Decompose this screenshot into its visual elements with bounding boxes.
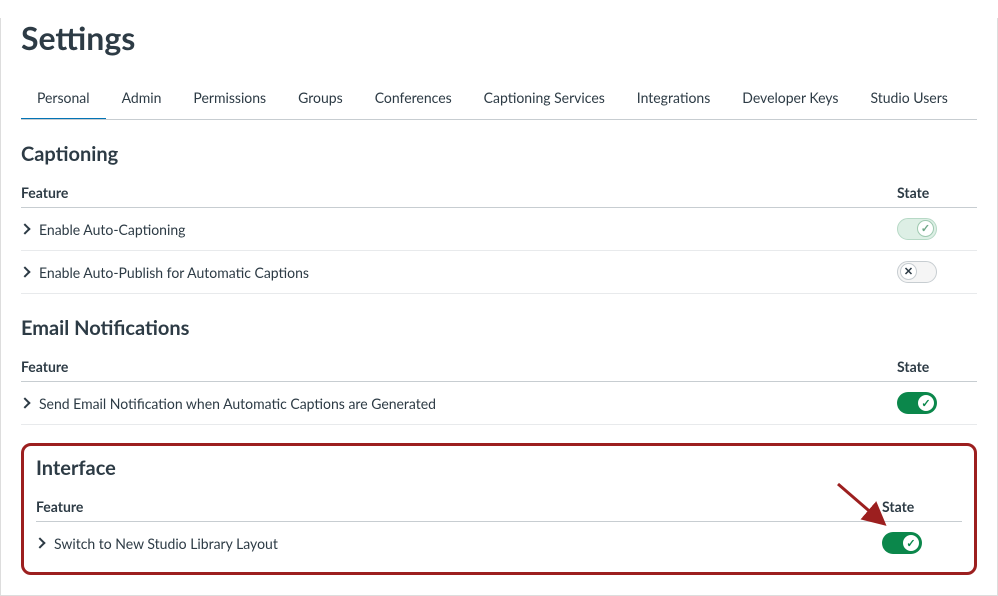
x-icon: ✕ <box>904 265 913 278</box>
toggle-knob: ✕ <box>900 263 917 280</box>
page-title: Settings <box>21 18 977 57</box>
app-window: Settings Personal Admin Permissions Grou… <box>0 18 998 596</box>
tab-permissions[interactable]: Permissions <box>177 79 282 120</box>
tab-lti-keys[interactable]: LTI Keys <box>964 79 977 120</box>
tab-integrations[interactable]: Integrations <box>621 79 726 120</box>
section-captioning: Captioning Feature State Enable Auto-Cap… <box>21 142 977 294</box>
section-title-interface: Interface <box>36 456 962 480</box>
tab-admin[interactable]: Admin <box>106 79 178 120</box>
tab-personal[interactable]: Personal <box>21 79 106 120</box>
feature-label: Switch to New Studio Library Layout <box>54 535 278 552</box>
feature-label: Enable Auto-Captioning <box>39 221 185 238</box>
toggle-new-layout[interactable]: ✓ <box>882 532 922 554</box>
column-header-state: State <box>882 498 962 515</box>
feature-row: Enable Auto-Publish for Automatic Captio… <box>21 251 977 294</box>
column-header-state: State <box>897 358 977 375</box>
check-icon: ✓ <box>906 537 915 550</box>
tab-captioning-services[interactable]: Captioning Services <box>468 79 621 120</box>
page: Settings Personal Admin Permissions Grou… <box>1 18 997 595</box>
section-title-captioning: Captioning <box>21 142 977 166</box>
feature-label: Enable Auto-Publish for Automatic Captio… <box>39 264 309 281</box>
highlight-box: Interface Feature State Switch to New St… <box>21 443 977 575</box>
toggle-knob: ✓ <box>902 534 920 552</box>
chevron-right-icon <box>19 397 30 408</box>
tab-groups[interactable]: Groups <box>282 79 359 120</box>
column-header-feature: Feature <box>21 184 68 201</box>
feature-row: Send Email Notification when Automatic C… <box>21 382 977 425</box>
chevron-right-icon <box>19 223 30 234</box>
column-header-feature: Feature <box>36 498 83 515</box>
chevron-right-icon <box>34 537 45 548</box>
toggle-auto-captioning[interactable]: ✓ <box>897 218 937 240</box>
check-icon: ✓ <box>921 397 930 410</box>
feature-row-left[interactable]: Send Email Notification when Automatic C… <box>21 395 436 412</box>
toggle-knob: ✓ <box>917 220 934 237</box>
tabs-bar: Personal Admin Permissions Groups Confer… <box>21 79 977 120</box>
tab-developer-keys[interactable]: Developer Keys <box>726 79 854 120</box>
table-header: Feature State <box>21 350 977 382</box>
tab-conferences[interactable]: Conferences <box>359 79 468 120</box>
chevron-right-icon <box>19 266 30 277</box>
toggle-email-notification[interactable]: ✓ <box>897 392 937 414</box>
check-icon: ✓ <box>921 222 930 235</box>
column-header-state: State <box>897 184 977 201</box>
feature-row-left[interactable]: Enable Auto-Captioning <box>21 221 185 238</box>
table-header: Feature State <box>21 176 977 208</box>
feature-label: Send Email Notification when Automatic C… <box>39 395 436 412</box>
column-header-feature: Feature <box>21 358 68 375</box>
feature-row: Switch to New Studio Library Layout ✓ <box>36 522 962 564</box>
table-header: Feature State <box>36 490 962 522</box>
toggle-auto-publish[interactable]: ✕ <box>897 261 937 283</box>
section-email-notifications: Email Notifications Feature State Send E… <box>21 316 977 425</box>
feature-row-left[interactable]: Switch to New Studio Library Layout <box>36 535 278 552</box>
feature-row-left[interactable]: Enable Auto-Publish for Automatic Captio… <box>21 264 309 281</box>
toggle-knob: ✓ <box>917 394 935 412</box>
tab-studio-users[interactable]: Studio Users <box>854 79 963 120</box>
section-title-email: Email Notifications <box>21 316 977 340</box>
feature-row: Enable Auto-Captioning ✓ <box>21 208 977 251</box>
section-interface: Interface Feature State Switch to New St… <box>36 456 962 564</box>
